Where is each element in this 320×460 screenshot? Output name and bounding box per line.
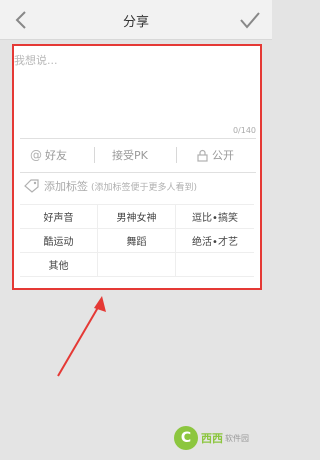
share-friends-button[interactable]: @ 好友 (30, 142, 67, 168)
add-tag-hint: (添加标签便于更多人看到) (91, 182, 198, 193)
tag-item[interactable]: 好声音 (20, 205, 98, 229)
tag-grid: 好声音 男神女神 逗比•搞笑 酷运动 舞蹈 绝活•才艺 其他 (20, 204, 254, 277)
page-title: 分享 (122, 15, 149, 30)
tag-item[interactable]: 逗比•搞笑 (176, 205, 254, 229)
divider (176, 147, 177, 163)
tag-item[interactable]: 绝活•才艺 (176, 229, 254, 253)
watermark-name: 西西 (201, 432, 223, 445)
checkmark-icon[interactable] (238, 9, 262, 31)
at-sign-icon: @ (30, 148, 42, 162)
public-label: 公开 (212, 149, 234, 162)
tag-item[interactable]: 舞蹈 (98, 229, 176, 253)
share-options-row: @ 好友 接受PK 公开 (14, 142, 260, 168)
tag-item-empty (176, 253, 254, 277)
add-tag-label: 添加标签 (44, 180, 88, 193)
annotation-arrow (57, 296, 106, 377)
divider (20, 138, 256, 139)
tag-item[interactable]: 其他 (20, 253, 98, 277)
divider (94, 147, 95, 163)
accept-pk-label: 接受PK (112, 149, 148, 162)
watermark: C 西西 软件园 (174, 424, 249, 452)
lock-icon (197, 149, 208, 162)
watermark-domain: 软件园 (225, 433, 249, 443)
public-button[interactable]: 公开 (196, 142, 234, 168)
divider (20, 172, 256, 173)
share-friends-label: 好友 (45, 149, 67, 162)
top-bar: 分享 (0, 0, 272, 40)
add-tag-button[interactable]: 添加标签 (添加标签便于更多人看到) (24, 176, 197, 196)
post-text-input[interactable] (14, 52, 254, 124)
tag-item-empty (98, 253, 176, 277)
tag-icon (24, 179, 39, 193)
char-counter: 0/140 (232, 126, 256, 135)
watermark-logo: C (174, 426, 198, 450)
tag-item[interactable]: 酷运动 (20, 229, 98, 253)
accept-pk-button[interactable]: 接受PK (112, 142, 148, 168)
tag-item[interactable]: 男神女神 (98, 205, 176, 229)
